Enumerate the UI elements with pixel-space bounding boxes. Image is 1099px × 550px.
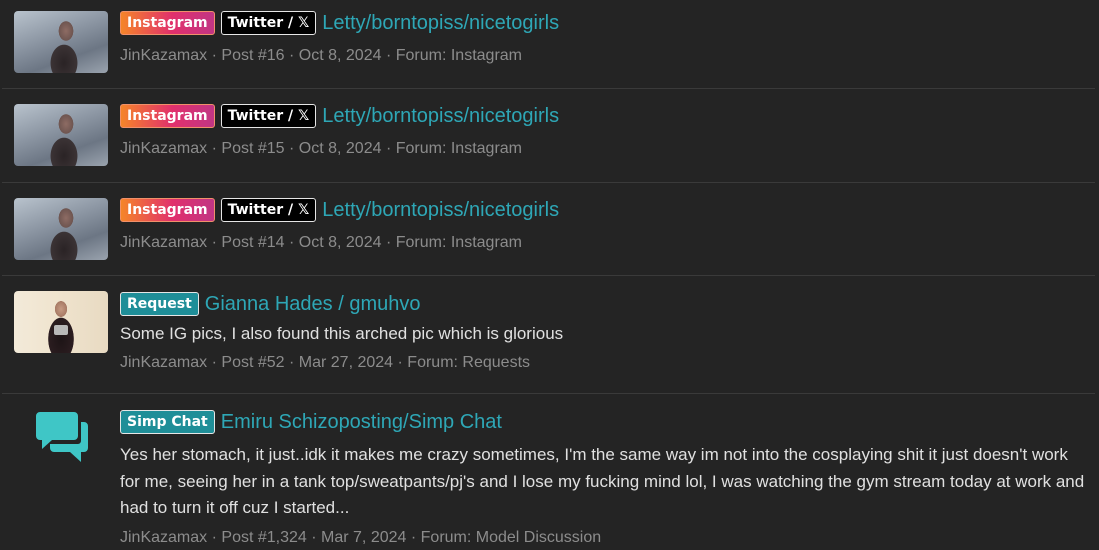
meta-separator: · bbox=[311, 528, 317, 546]
prefix-badge-request[interactable]: Request bbox=[120, 292, 199, 316]
result-meta: JinKazamax · Post #16 · Oct 8, 2024 · Fo… bbox=[120, 44, 1089, 68]
post-snippet: Yes her stomach, it just..idk it makes m… bbox=[120, 445, 1085, 517]
author-link[interactable]: JinKazamax bbox=[120, 529, 207, 546]
author-link[interactable]: JinKazamax bbox=[120, 354, 207, 371]
meta-separator: · bbox=[211, 353, 217, 371]
author-link[interactable]: JinKazamax bbox=[120, 234, 207, 251]
meta-separator: · bbox=[211, 234, 217, 251]
result-meta: JinKazamax · Post #52 · Mar 27, 2024 · F… bbox=[120, 351, 1089, 375]
forum-link[interactable]: Forum: Instagram bbox=[396, 234, 522, 251]
post-number-link[interactable]: Post #1,324 bbox=[221, 529, 306, 546]
forum-link[interactable]: Forum: Instagram bbox=[396, 140, 522, 157]
meta-separator: · bbox=[211, 47, 217, 64]
meta-separator: · bbox=[397, 353, 403, 371]
thread-title-link[interactable]: Letty/borntopiss/nicetogirls bbox=[322, 199, 559, 222]
prefix-badge-simp-chat[interactable]: Simp Chat bbox=[120, 410, 215, 434]
thread-thumbnail[interactable] bbox=[14, 104, 108, 166]
chat-bubbles-icon bbox=[36, 412, 88, 462]
result-meta: JinKazamax · Post #15 · Oct 8, 2024 · Fo… bbox=[120, 137, 1089, 161]
prefix-badge-instagram[interactable]: Instagram bbox=[120, 198, 215, 222]
meta-separator: · bbox=[289, 353, 295, 371]
thread-thumbnail[interactable] bbox=[14, 11, 108, 73]
search-result: Simp Chat Emiru Schizoposting/Simp Chat … bbox=[2, 394, 1095, 548]
meta-separator: · bbox=[289, 47, 295, 64]
post-snippet: Some IG pics, I also found this arched p… bbox=[120, 324, 564, 343]
result-meta: JinKazamax · Post #1,324 · Mar 7, 2024 ·… bbox=[120, 526, 1089, 550]
post-date: Oct 8, 2024 bbox=[298, 140, 382, 157]
post-number-link[interactable]: Post #14 bbox=[221, 234, 284, 251]
author-link[interactable]: JinKazamax bbox=[120, 47, 207, 64]
meta-separator: · bbox=[289, 234, 295, 251]
forum-link[interactable]: Forum: Model Discussion bbox=[421, 529, 602, 546]
post-number-link[interactable]: Post #16 bbox=[221, 47, 284, 64]
meta-separator: · bbox=[211, 140, 217, 157]
meta-separator: · bbox=[385, 140, 392, 157]
prefix-badge-instagram[interactable]: Instagram bbox=[120, 11, 215, 35]
post-date: Oct 8, 2024 bbox=[298, 47, 382, 64]
search-result: Instagram Twitter / 𝕏 Letty/borntopiss/n… bbox=[2, 89, 1095, 183]
search-result: Request Gianna Hades / gmuhvo Some IG pi… bbox=[2, 276, 1095, 394]
thread-title-link[interactable]: Gianna Hades / gmuhvo bbox=[205, 293, 421, 316]
search-result: Instagram Twitter / 𝕏 Letty/borntopiss/n… bbox=[2, 183, 1095, 276]
thread-title-link[interactable]: Letty/borntopiss/nicetogirls bbox=[322, 105, 559, 128]
meta-separator: · bbox=[211, 528, 217, 546]
meta-separator: · bbox=[410, 528, 417, 546]
forum-link[interactable]: Forum: Requests bbox=[407, 354, 530, 371]
thread-title-link[interactable]: Emiru Schizoposting/Simp Chat bbox=[221, 411, 502, 434]
prefix-badge-twitter[interactable]: Twitter / 𝕏 bbox=[220, 104, 317, 128]
prefix-badge-instagram[interactable]: Instagram bbox=[120, 104, 215, 128]
post-number-link[interactable]: Post #52 bbox=[221, 354, 284, 371]
thread-thumbnail[interactable] bbox=[14, 198, 108, 260]
search-results-list: Instagram Twitter / 𝕏 Letty/borntopiss/n… bbox=[0, 0, 1099, 548]
search-result: Instagram Twitter / 𝕏 Letty/borntopiss/n… bbox=[2, 0, 1095, 89]
forum-link[interactable]: Forum: Instagram bbox=[396, 47, 522, 64]
prefix-badge-twitter[interactable]: Twitter / 𝕏 bbox=[220, 11, 317, 35]
meta-separator: · bbox=[289, 140, 295, 157]
author-link[interactable]: JinKazamax bbox=[120, 140, 207, 157]
thread-title-link[interactable]: Letty/borntopiss/nicetogirls bbox=[322, 12, 559, 35]
post-date: Oct 8, 2024 bbox=[298, 234, 382, 251]
post-date: Mar 7, 2024 bbox=[321, 528, 407, 546]
result-meta: JinKazamax · Post #14 · Oct 8, 2024 · Fo… bbox=[120, 231, 1089, 255]
post-date: Mar 27, 2024 bbox=[298, 353, 394, 371]
post-number-link[interactable]: Post #15 bbox=[221, 140, 284, 157]
meta-separator: · bbox=[385, 234, 392, 251]
thread-thumbnail[interactable] bbox=[14, 291, 108, 353]
meta-separator: · bbox=[385, 47, 392, 64]
prefix-badge-twitter[interactable]: Twitter / 𝕏 bbox=[220, 198, 317, 222]
